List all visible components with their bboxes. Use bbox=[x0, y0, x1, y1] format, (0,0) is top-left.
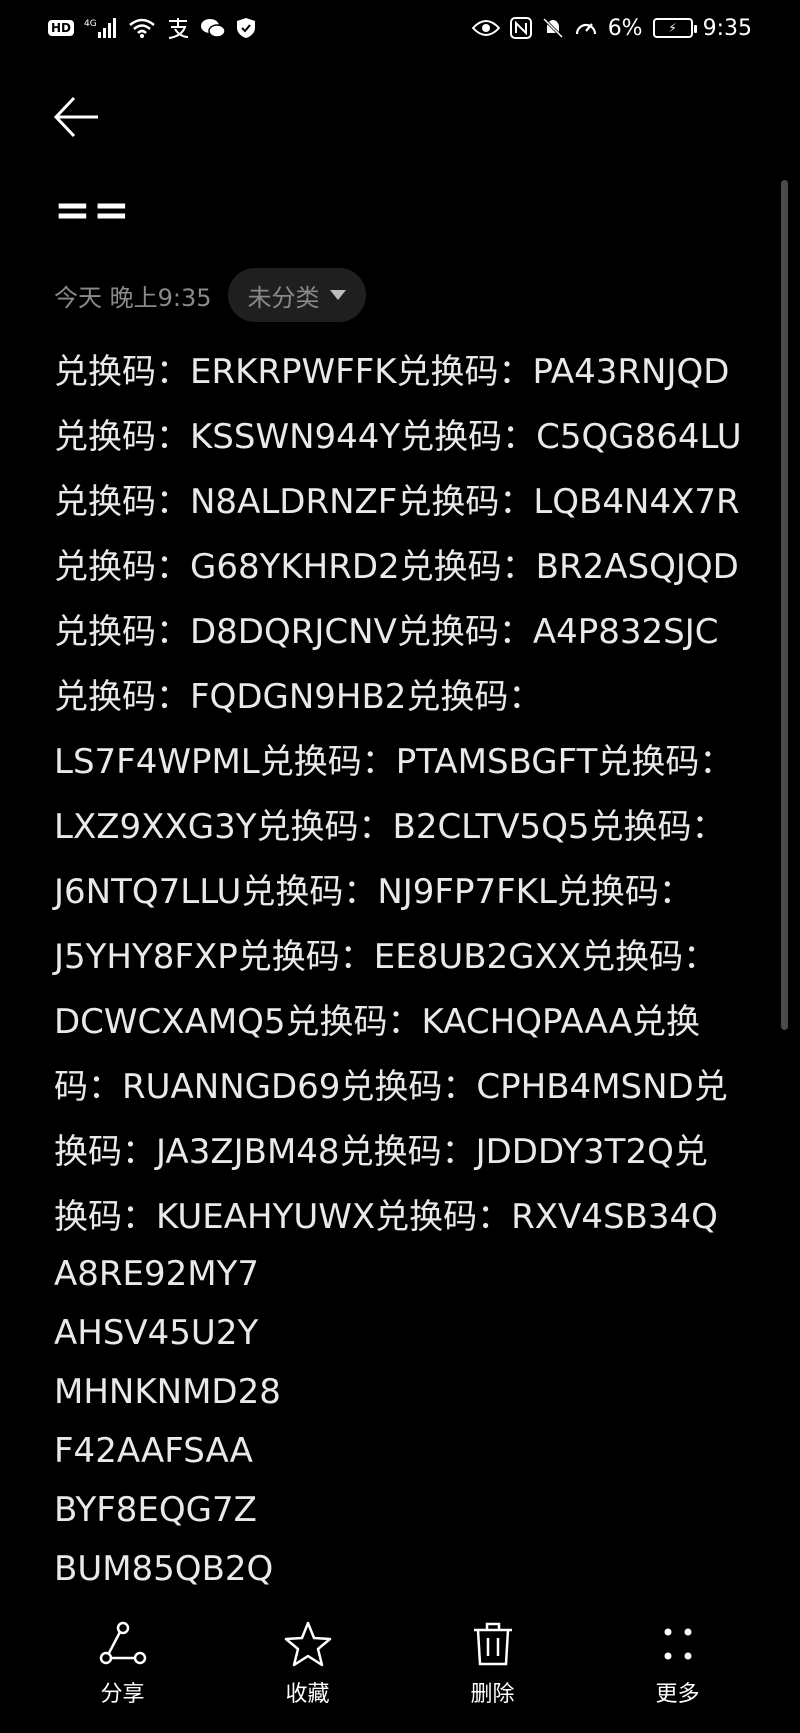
network-label: 4G bbox=[84, 19, 97, 29]
favorite-button[interactable]: 收藏 bbox=[248, 1620, 368, 1708]
category-dropdown[interactable]: 未分类 bbox=[227, 268, 366, 322]
wechat-icon bbox=[200, 17, 226, 39]
text-line: 兑换码：KSSWN944Y兑换码：C5QG864LU bbox=[54, 417, 742, 457]
text-line: LS7F4WPML兑换码：PTAMSBGFT兑换码： bbox=[54, 742, 734, 782]
text-line: 兑换码：FQDGN9HB2兑换码： bbox=[54, 677, 543, 717]
text-line: 兑换码：ERKRPWFFK兑换码：PA43RNJQD bbox=[54, 352, 730, 392]
note-content[interactable]: 兑换码：ERKRPWFFK兑换码：PA43RNJQD 兑换码：KSSWN944Y… bbox=[54, 344, 754, 1608]
nfc-icon bbox=[509, 17, 532, 39]
share-label: 分享 bbox=[100, 1682, 145, 1707]
more-label: 更多 bbox=[655, 1682, 700, 1707]
more-dots-icon bbox=[664, 1628, 691, 1660]
star-icon bbox=[284, 1621, 331, 1667]
text-line: 换码：KUEAHYUWX兑换码：RXV4SB34Q bbox=[54, 1197, 718, 1237]
trash-icon bbox=[473, 1622, 512, 1666]
gauge-icon bbox=[574, 17, 598, 39]
text-line: 换码：JA3ZJBM48兑换码：JDDDY3T2Q兑 bbox=[54, 1132, 708, 1172]
text-line: 码：RUANNGD69兑换码：CPHB4MSND兑 bbox=[54, 1067, 728, 1107]
text-line: 兑换码：D8DQRJCNV兑换码：A4P832SJC bbox=[54, 612, 719, 652]
battery-percent: 6% bbox=[607, 15, 643, 41]
code-line: BYF8EQG7Z bbox=[54, 1490, 257, 1530]
code-line: A8RE92MY7 bbox=[54, 1254, 259, 1294]
more-button[interactable]: 更多 bbox=[618, 1620, 738, 1708]
text-line: LXZ9XXG3Y兑换码：B2CLTV5Q5兑换码： bbox=[54, 807, 726, 847]
status-right: 6% ⚡ 9:35 bbox=[471, 15, 752, 41]
delete-label: 删除 bbox=[470, 1682, 515, 1707]
text-line: DCWCXAMQ5兑换码：KACHQPAAA兑换 bbox=[54, 1002, 700, 1042]
back-button[interactable] bbox=[52, 92, 102, 142]
share-button[interactable]: 分享 bbox=[63, 1620, 183, 1708]
note-timestamp: 今天 晚上9:35 bbox=[54, 283, 212, 312]
code-line: MHNKNMD28 bbox=[54, 1372, 281, 1412]
shield-icon bbox=[236, 17, 256, 39]
wifi-icon bbox=[128, 17, 156, 39]
back-arrow-icon bbox=[53, 96, 98, 138]
battery-charging-icon: ⚡ bbox=[652, 18, 697, 38]
hd-badge: HD bbox=[48, 20, 75, 36]
text-line: J5YHY8FXP兑换码：EE8UB2GXX兑换码： bbox=[54, 937, 718, 977]
status-left: HD 4G bbox=[48, 17, 256, 39]
text-line: J6NTQ7LLU兑换码：NJ9FP7FKL兑换码： bbox=[54, 872, 693, 912]
status-bar: HD 4G 6% ⚡ 9:35 bbox=[0, 0, 800, 56]
alipay-icon bbox=[166, 17, 190, 39]
text-line: 兑换码：G68YKHRD2兑换码：BR2ASQJQD bbox=[54, 547, 739, 587]
mute-bell-icon bbox=[542, 17, 564, 39]
dropdown-arrow-icon bbox=[329, 290, 346, 300]
clock: 9:35 bbox=[702, 15, 752, 41]
code-line: AHSV45U2Y bbox=[54, 1313, 259, 1353]
scrollbar[interactable] bbox=[781, 180, 788, 1030]
signal-icon: 4G bbox=[84, 17, 118, 39]
note-meta: 今天 晚上9:35 未分类 bbox=[54, 268, 366, 322]
code-line: F42AAFSAA bbox=[54, 1431, 253, 1471]
code-line: BUM85QB2Q bbox=[54, 1549, 274, 1589]
share-icon bbox=[99, 1621, 146, 1665]
eye-icon bbox=[471, 18, 500, 38]
favorite-label: 收藏 bbox=[285, 1682, 330, 1707]
category-label: 未分类 bbox=[247, 283, 320, 312]
bottom-action-bar: 分享 收藏 删除 更多 bbox=[0, 1620, 800, 1733]
delete-button[interactable]: 删除 bbox=[433, 1620, 553, 1708]
note-title[interactable]: == bbox=[54, 185, 132, 236]
text-line: 兑换码：N8ALDRNZF兑换码：LQB4N4X7R bbox=[54, 482, 740, 522]
